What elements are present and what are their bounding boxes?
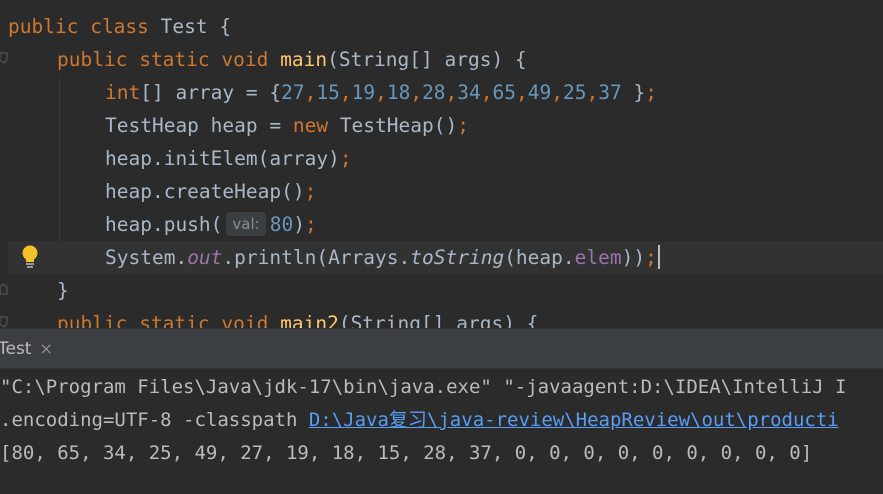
- static-method: toString: [410, 246, 505, 269]
- method-name: main: [280, 48, 328, 71]
- code-line-class-decl[interactable]: public class Test {: [8, 10, 231, 43]
- code-text: (heap.: [504, 246, 575, 269]
- semicolon: ;: [304, 180, 317, 203]
- code-editor[interactable]: public class Test { public static void m…: [0, 0, 883, 328]
- tab-label: Test: [0, 339, 32, 359]
- number-literal: 80: [269, 213, 294, 236]
- code-line-array-decl[interactable]: int[] array = {27,15,19,18,28,34,65,49,2…: [105, 76, 657, 109]
- ide-window: public class Test { public static void m…: [0, 0, 883, 494]
- number-literal: 28: [422, 81, 446, 104]
- class-name: Test {: [160, 15, 232, 38]
- keyword: public: [57, 312, 128, 328]
- code-line-push[interactable]: heap.push(val: 80);: [105, 208, 317, 241]
- close-icon[interactable]: ×: [39, 329, 52, 368]
- fold-marker-icon[interactable]: [0, 316, 8, 328]
- parameter-hint: val:: [226, 211, 266, 236]
- console-text: .encoding=UTF-8 -classpath: [0, 409, 309, 431]
- code-text: heap.push(: [105, 213, 223, 236]
- number-literal: 49: [527, 81, 552, 104]
- number-literal: 27: [281, 81, 305, 104]
- code-line-main2-decl[interactable]: public static void main2(String[] args) …: [57, 307, 538, 328]
- editor-gutter: [0, 0, 8, 328]
- keyword: public: [57, 48, 128, 71]
- keyword: class: [90, 15, 149, 38]
- keyword: public: [8, 15, 79, 38]
- keyword: new: [292, 114, 329, 137]
- code-line-close-brace[interactable]: }: [57, 274, 69, 307]
- code-text: heap.createHeap(): [105, 180, 305, 203]
- code-text: }: [57, 279, 69, 302]
- semicolon: ;: [457, 114, 469, 137]
- fold-marker-icon[interactable]: [0, 283, 8, 295]
- code-line-init-elem[interactable]: heap.initElem(array);: [105, 142, 352, 175]
- number-literal: 65: [492, 81, 517, 104]
- semicolon: ;: [645, 81, 657, 104]
- keyword: void: [221, 312, 269, 328]
- number-literal: 19: [351, 81, 376, 104]
- code-text: [] array = {: [140, 81, 282, 104]
- classpath-link[interactable]: D:\Java复习\java-review\HeapReview\out\pro…: [309, 409, 839, 431]
- keyword: int: [105, 81, 141, 104]
- code-text: .println(Arrays.: [222, 246, 411, 269]
- tab-test[interactable]: Test ×: [0, 329, 59, 368]
- code-text: )): [621, 246, 646, 269]
- semicolon: ;: [645, 246, 657, 269]
- code-text: (String[] args) {: [338, 312, 539, 328]
- code-text: System.: [105, 246, 188, 269]
- console-line-output: [80, 65, 34, 25, 49, 27, 19, 18, 15, 28,…: [0, 442, 813, 464]
- number-literal: 25: [563, 81, 587, 104]
- number-literal: 18: [386, 81, 411, 104]
- code-line-println[interactable]: System.out.println(Arrays.toString(heap.…: [105, 241, 660, 274]
- code-text: TestHeap heap =: [105, 114, 293, 137]
- code-text: (String[] args) {: [327, 48, 527, 71]
- code-text: heap.initElem(array): [105, 147, 340, 170]
- number-literal: 15: [316, 81, 340, 104]
- number-literal: 37: [598, 81, 622, 104]
- run-tab-bar: Test ×: [0, 329, 883, 369]
- keyword: static: [139, 48, 210, 71]
- run-console[interactable]: "C:\Program Files\Java\jdk-17\bin\java.e…: [0, 369, 883, 494]
- code-line-new-heap[interactable]: TestHeap heap = new TestHeap();: [105, 109, 469, 142]
- semicolon: ;: [339, 147, 352, 170]
- method-name: main2: [280, 312, 339, 328]
- code-text: }: [621, 81, 646, 104]
- static-field: out: [187, 246, 223, 269]
- text-caret: [657, 244, 660, 269]
- fold-marker-icon[interactable]: [0, 52, 8, 64]
- code-text: TestHeap(): [328, 114, 458, 137]
- field-reference: elem: [574, 246, 622, 269]
- keyword: static: [139, 312, 210, 328]
- semicolon: ;: [304, 213, 317, 236]
- code-line-main-decl[interactable]: public static void main(String[] args) {: [57, 43, 527, 76]
- number-literal: 34: [457, 81, 481, 104]
- console-line-classpath: .encoding=UTF-8 -classpath D:\Java复习\jav…: [0, 404, 839, 437]
- lightbulb-icon[interactable]: [20, 244, 40, 270]
- code-text: ): [293, 213, 305, 236]
- console-line-command: "C:\Program Files\Java\jdk-17\bin\java.e…: [0, 376, 847, 398]
- code-line-create-heap[interactable]: heap.createHeap();: [105, 175, 316, 208]
- keyword: void: [221, 48, 269, 71]
